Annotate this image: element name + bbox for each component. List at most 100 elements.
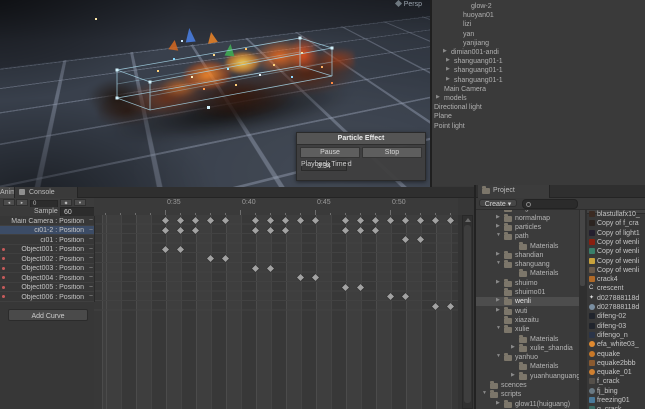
animation-track-row[interactable]: Object006 : Position − bbox=[0, 292, 94, 302]
scroll-up-arrow-icon[interactable] bbox=[465, 218, 471, 222]
asset-item[interactable]: efa_white03_ bbox=[587, 340, 645, 349]
tree-folder-row[interactable]: ▶ wuti bbox=[476, 306, 579, 316]
asset-item[interactable]: g_crack bbox=[587, 405, 645, 409]
expand-arrow-icon[interactable]: ▶ bbox=[446, 76, 450, 82]
animation-track-row[interactable]: Object003 : Position − bbox=[0, 264, 94, 274]
asset-item[interactable]: blastullafx10_ bbox=[587, 210, 645, 219]
animation-track-row[interactable]: Object005 : Position − bbox=[0, 283, 94, 293]
hierarchy-item[interactable]: ▶ shanguang01-1 bbox=[446, 76, 503, 84]
track-menu-dash[interactable]: − bbox=[89, 236, 93, 243]
tree-expand-arrow-icon[interactable]: ▼ bbox=[496, 354, 501, 359]
tree-folder-row[interactable]: ▶ wenli bbox=[476, 297, 579, 307]
expand-arrow-icon[interactable]: ▶ bbox=[446, 58, 450, 63]
hierarchy-item[interactable]: Directional light bbox=[434, 104, 482, 111]
tree-folder-row[interactable]: ▼ path bbox=[476, 232, 579, 241]
tree-folder-row[interactable]: Materials bbox=[476, 269, 579, 278]
animation-track-row[interactable]: Object001 : Position − bbox=[0, 245, 94, 255]
track-menu-dash[interactable]: − bbox=[89, 246, 93, 253]
tree-folder-row[interactable]: Materials bbox=[476, 241, 579, 251]
hierarchy-item[interactable]: ▶ models bbox=[436, 95, 467, 103]
tree-expand-arrow-icon[interactable]: ▼ bbox=[496, 233, 501, 238]
asset-item[interactable]: equake2bbb bbox=[587, 359, 645, 368]
pause-button[interactable]: Pause bbox=[300, 147, 360, 158]
track-menu-dash[interactable]: − bbox=[89, 284, 93, 291]
tree-expand-arrow-icon[interactable]: ▶ bbox=[511, 372, 515, 378]
hierarchy-item[interactable]: yanjiang bbox=[463, 40, 489, 47]
tree-expand-arrow-icon[interactable]: ▼ bbox=[496, 326, 501, 331]
tree-expand-arrow-icon[interactable]: ▶ bbox=[496, 400, 500, 406]
tree-expand-arrow-icon[interactable]: ▼ bbox=[496, 261, 501, 266]
asset-item[interactable]: difeng-03 bbox=[587, 322, 645, 331]
dopesheet-grid[interactable] bbox=[94, 215, 458, 409]
add-curve-button[interactable]: Add Curve bbox=[8, 309, 88, 321]
asset-item[interactable]: f_crack bbox=[587, 377, 645, 386]
tree-folder-row[interactable]: ▶ shuimo bbox=[476, 278, 579, 288]
animation-track-row[interactable]: ci01 : Position − bbox=[0, 235, 94, 245]
hierarchy-item[interactable]: glow-2 bbox=[471, 3, 492, 10]
track-menu-dash[interactable]: − bbox=[89, 274, 93, 281]
tree-folder-row[interactable]: ▶ shandian bbox=[476, 250, 579, 260]
asset-item[interactable]: difeng-02 bbox=[587, 312, 645, 321]
asset-item[interactable]: Copy of wenli bbox=[587, 257, 645, 266]
hierarchy-item[interactable]: huoyan01 bbox=[463, 12, 494, 19]
tree-folder-row[interactable]: ▶ xulie_shandia bbox=[476, 343, 579, 353]
asset-item[interactable]: crack4 bbox=[587, 275, 645, 284]
asset-item[interactable]: difengo_n bbox=[587, 331, 645, 340]
tree-expand-arrow-icon[interactable]: ▼ bbox=[482, 391, 487, 396]
expand-arrow-icon[interactable]: ▶ bbox=[443, 49, 447, 54]
expand-arrow-icon[interactable]: ▶ bbox=[436, 95, 440, 100]
hierarchy-item[interactable]: Plane bbox=[434, 113, 452, 120]
tree-scrollbar[interactable] bbox=[579, 199, 587, 409]
asset-item[interactable]: Copy of wenli bbox=[587, 266, 645, 275]
animation-vertical-scrollbar[interactable] bbox=[462, 215, 473, 409]
tree-folder-row[interactable]: ▶ particles bbox=[476, 222, 579, 232]
track-menu-dash[interactable]: − bbox=[89, 265, 93, 272]
tree-folder-row[interactable]: xiazaitu bbox=[476, 315, 579, 325]
scene-view[interactable]: Persp Particle Effect Pause Stop Playbac… bbox=[0, 0, 432, 189]
tree-folder-row[interactable]: ▼ xulie bbox=[476, 325, 579, 334]
add-keyframe-button[interactable]: ◆ bbox=[60, 199, 72, 206]
tree-expand-arrow-icon[interactable]: ▶ bbox=[511, 344, 515, 350]
tree-folder-row[interactable]: ▶ normalmap bbox=[476, 213, 579, 223]
track-menu-dash[interactable]: − bbox=[89, 255, 93, 262]
track-menu-dash[interactable]: − bbox=[89, 217, 93, 224]
tree-folder-row[interactable]: ▶ glow11(huiguang) bbox=[476, 399, 579, 409]
tree-folder-row[interactable]: scences bbox=[476, 381, 579, 390]
asset-item[interactable]: equake_01 bbox=[587, 368, 645, 377]
asset-item[interactable]: freezing01 bbox=[587, 396, 645, 405]
tree-folder-row[interactable]: Materials bbox=[476, 362, 579, 371]
hierarchy-item[interactable]: yan bbox=[463, 31, 474, 38]
search-input[interactable] bbox=[522, 199, 578, 209]
asset-item[interactable]: fj_bing bbox=[587, 387, 645, 396]
scene-gizmo[interactable]: Persp bbox=[394, 0, 422, 8]
asset-item[interactable]: ✦ d027888118d bbox=[587, 294, 645, 303]
tree-expand-arrow-icon[interactable]: ▶ bbox=[496, 223, 500, 229]
track-menu-dash[interactable]: − bbox=[89, 293, 93, 300]
next-key-button[interactable]: ► bbox=[16, 199, 28, 206]
stop-button[interactable]: Stop bbox=[362, 147, 422, 158]
tree-expand-arrow-icon[interactable]: ▶ bbox=[496, 214, 500, 220]
tree-folder-row[interactable]: ▶ yuanhuanguang bbox=[476, 371, 579, 381]
asset-item[interactable]: Copy of wenli bbox=[587, 238, 645, 247]
tree-folder-row[interactable]: ▼ yanhuo bbox=[476, 353, 579, 362]
hierarchy-item[interactable]: ▶ dimian001-andi bbox=[443, 49, 499, 57]
asset-item[interactable]: equake bbox=[587, 350, 645, 359]
tree-folder-row[interactable]: Materials bbox=[476, 334, 579, 344]
animation-track-row[interactable]: Object002 : Position − bbox=[0, 254, 94, 264]
tree-folder-row[interactable]: ▼ shanguang bbox=[476, 260, 579, 269]
tree-scrollbar-thumb[interactable] bbox=[580, 202, 585, 286]
tree-expand-arrow-icon[interactable]: ▶ bbox=[496, 307, 500, 313]
tree-expand-arrow-icon[interactable]: ▶ bbox=[496, 298, 500, 303]
tree-expand-arrow-icon[interactable]: ▶ bbox=[496, 251, 500, 257]
hierarchy-item[interactable]: ▶ shanguang01-1 bbox=[446, 67, 503, 75]
particle-effect-cluster[interactable] bbox=[91, 9, 359, 135]
hierarchy-item[interactable]: lizi bbox=[463, 21, 471, 28]
hierarchy-item[interactable]: ▶ shanguang01-1 bbox=[446, 58, 503, 66]
tree-expand-arrow-icon[interactable]: ▶ bbox=[496, 279, 500, 285]
tree-folder-row[interactable]: ▼ scripts bbox=[476, 390, 579, 399]
hierarchy-item[interactable]: Main Camera bbox=[444, 86, 486, 93]
create-button[interactable]: Create ▾ bbox=[479, 199, 517, 208]
tab-project[interactable]: Project bbox=[478, 185, 550, 199]
tree-folder-row[interactable]: shuimo01 bbox=[476, 288, 579, 297]
prev-key-button[interactable]: ◄ bbox=[3, 199, 15, 206]
